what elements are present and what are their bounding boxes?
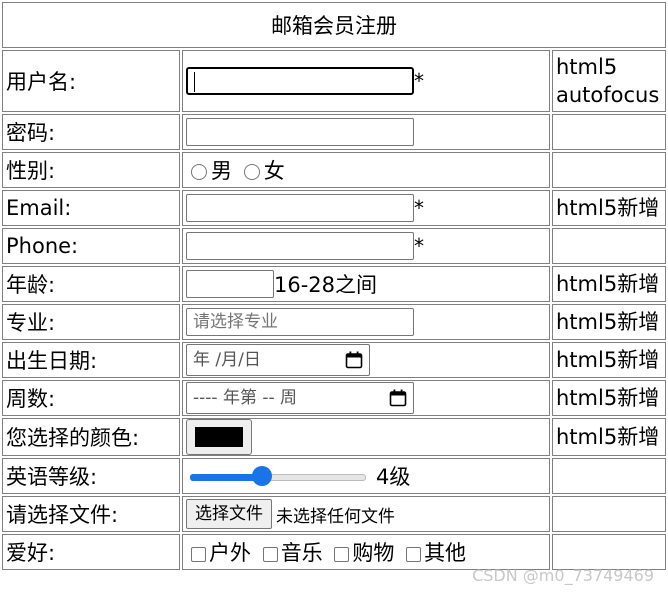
username-note: html5 autofocus — [552, 50, 666, 112]
hobby-checkbox-outdoor[interactable] — [191, 546, 206, 562]
choose-file-button[interactable]: 选择文件 — [186, 499, 272, 529]
color-swatch — [195, 427, 243, 447]
major-label: 专业: — [2, 304, 180, 340]
hobby-label: 爱好: — [2, 534, 180, 570]
age-number-input[interactable] — [186, 270, 274, 298]
week-input[interactable]: ---- 年第 -- 周 — [186, 382, 414, 414]
calendar-icon[interactable] — [345, 351, 363, 369]
required-star: * — [414, 69, 424, 93]
color-note: html5新增 — [552, 418, 666, 456]
age-note: html5新增 — [552, 266, 666, 302]
username-label: 用户名: — [2, 50, 180, 112]
calendar-icon[interactable] — [389, 389, 407, 407]
gender-male-radio[interactable] — [191, 164, 207, 180]
gender-female-radio[interactable] — [243, 164, 260, 180]
birth-date-input[interactable]: 年 /月/日 — [186, 344, 370, 376]
hobby-label-music: 音乐 — [280, 541, 323, 565]
week-placeholder: ---- 年第 -- 周 — [193, 388, 298, 408]
english-level-slider[interactable] — [190, 466, 366, 486]
required-star: * — [414, 234, 424, 258]
file-status: 未选择任何文件 — [276, 506, 395, 527]
empty-note — [552, 496, 666, 532]
birth-label: 出生日期: — [2, 342, 180, 378]
empty-note — [552, 152, 666, 188]
color-picker[interactable] — [186, 419, 252, 455]
form-title: 邮箱会员注册 — [2, 2, 666, 48]
username-input[interactable] — [186, 67, 414, 95]
text-caret — [194, 72, 195, 92]
gender-male-label: 男 — [211, 159, 232, 183]
registration-table: 邮箱会员注册 用户名: * html5 autofocus 密码: 性别: 男 … — [0, 0, 668, 572]
empty-note — [552, 114, 666, 150]
gender-label: 性别: — [2, 152, 180, 188]
empty-note — [552, 228, 666, 264]
email-note: html5新增 — [552, 190, 666, 226]
age-label: 年龄: — [2, 266, 180, 302]
empty-note — [552, 458, 666, 494]
date-placeholder: 年 /月/日 — [193, 350, 261, 370]
hobby-checkbox-shopping[interactable] — [334, 546, 350, 562]
english-level-value: 4级 — [376, 465, 411, 489]
week-label: 周数: — [2, 380, 180, 416]
birth-note: html5新增 — [552, 342, 666, 378]
email-input[interactable] — [186, 194, 414, 222]
phone-label: Phone: — [2, 228, 180, 264]
watermark: CSDN @m0_73749469 — [472, 566, 654, 585]
hobby-checkbox-other[interactable] — [406, 546, 422, 562]
email-label: Email: — [2, 190, 180, 226]
color-label: 您选择的颜色: — [2, 418, 180, 456]
password-label: 密码: — [2, 114, 180, 150]
slider-thumb[interactable] — [252, 466, 273, 486]
note-line-2: autofocus — [556, 83, 660, 107]
hobby-label-shopping: 购物 — [352, 541, 395, 565]
gender-female-label: 女 — [263, 159, 285, 183]
note-line-1: html5 — [556, 55, 618, 79]
file-label: 请选择文件: — [2, 496, 180, 532]
hobby-checkbox-music[interactable] — [262, 546, 278, 562]
age-hint: 16-28之间 — [274, 273, 378, 297]
english-label: 英语等级: — [2, 458, 180, 494]
hobby-label-other: 其他 — [424, 541, 467, 565]
major-input[interactable]: 请选择专业 — [186, 308, 414, 336]
hobby-label-outdoor: 户外 — [209, 541, 251, 565]
major-note: html5新增 — [552, 304, 666, 340]
phone-input[interactable] — [186, 232, 414, 260]
password-input[interactable] — [186, 118, 414, 146]
week-note: html5新增 — [552, 380, 666, 416]
required-star: * — [414, 196, 424, 220]
empty-note — [552, 534, 666, 570]
